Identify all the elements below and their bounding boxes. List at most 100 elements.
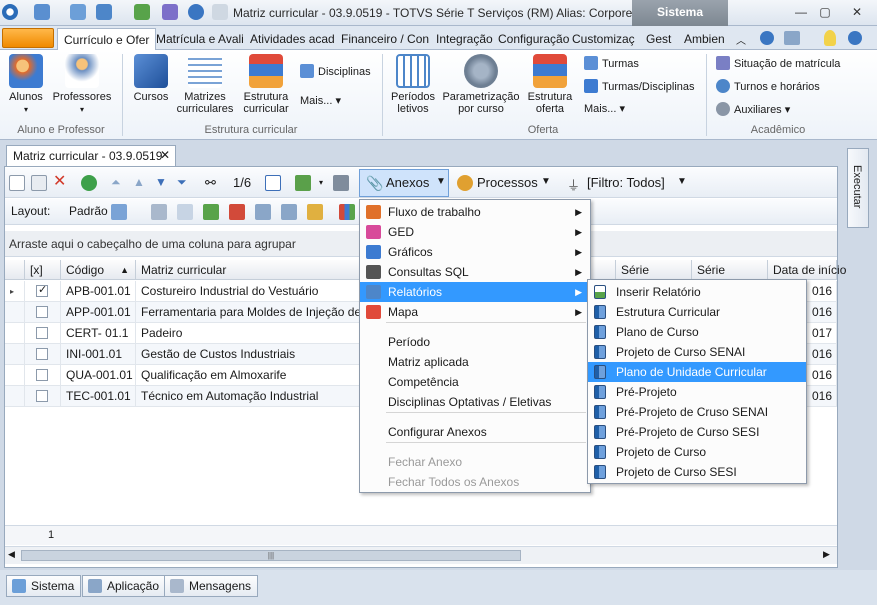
chevron-down-icon[interactable]: ▼ — [541, 176, 557, 192]
edit-icon[interactable] — [31, 175, 47, 191]
layout-select[interactable]: Padrão — [69, 204, 108, 218]
refresh-icon[interactable] — [81, 175, 97, 191]
menu-item-report-5[interactable]: Pré-Projeto — [588, 382, 806, 402]
tab-configuracao[interactable]: Configuração — [492, 28, 575, 50]
turnos-horarios-button[interactable]: Turnos e horários — [716, 79, 820, 94]
estrutura-oferta-button[interactable]: Estrutura oferta — [524, 54, 576, 115]
filter-icon[interactable]: ⏚ — [567, 175, 583, 193]
grid-view-icon[interactable] — [265, 175, 281, 191]
help-icon[interactable] — [848, 31, 862, 45]
parametrizacao-button[interactable]: Parametrização por curso — [442, 54, 520, 115]
menu-item-graficos[interactable]: Gráficos ▶ — [360, 242, 590, 262]
first-record-icon[interactable]: ⏶ — [111, 175, 127, 191]
close-icon[interactable]: ✕ — [846, 4, 868, 20]
processos-button[interactable]: Processos — [477, 175, 538, 190]
menu-item-report-6[interactable]: Pré-Projeto de Cruso SENAI — [588, 402, 806, 422]
menu-item-mapa[interactable]: Mapa ▶ — [360, 302, 590, 322]
tab-curriculo[interactable]: Currículo e Ofer — [57, 28, 157, 51]
tab-atividades[interactable]: Atividades acad — [244, 28, 341, 50]
app-logo-icon[interactable] — [2, 4, 18, 20]
column-header-serie[interactable]: Série — [616, 260, 692, 280]
tab-gestao[interactable]: Gest — [640, 28, 677, 50]
maximize-icon[interactable]: ▢ — [814, 4, 836, 20]
alunos-button[interactable]: Alunos ▾ — [6, 54, 46, 116]
menu-item-matriz-aplicada[interactable]: Matriz aplicada — [360, 352, 590, 372]
cursos-button[interactable]: Cursos — [130, 54, 172, 103]
menu-item-competencia[interactable]: Competência — [360, 372, 590, 392]
chart-icon[interactable] — [339, 204, 355, 220]
menu-item-report-8[interactable]: Projeto de Curso — [588, 442, 806, 462]
menu-item-report-2[interactable]: Plano de Curso — [588, 322, 806, 342]
last-record-icon[interactable]: ⏷ — [177, 175, 193, 191]
grid-tool-icon[interactable] — [151, 204, 167, 220]
save-layout-icon[interactable] — [203, 204, 219, 220]
tab-ambiente[interactable]: Ambien — [678, 28, 731, 50]
scroll-right-icon[interactable]: ▶ — [823, 549, 830, 560]
sistema-status-button[interactable]: Sistema — [6, 575, 82, 597]
tools-icon[interactable] — [162, 4, 178, 20]
window-icon[interactable] — [70, 4, 86, 20]
menu-item-report-4[interactable]: Plano de Unidade Curricular — [588, 362, 806, 382]
mensagens-status-button[interactable]: Mensagens — [164, 575, 259, 597]
tab-matricula[interactable]: Matrícula e Avali — [150, 28, 250, 50]
menu-item-report-0[interactable]: Inserir Relatório — [588, 282, 806, 302]
column-header-check[interactable]: [x] — [25, 260, 61, 280]
menu-item-consultas-sql[interactable]: Consultas SQL ▶ — [360, 262, 590, 282]
binoculars-icon[interactable]: ⚯ — [205, 175, 221, 191]
process-gears-icon[interactable] — [457, 175, 473, 191]
sort-icon[interactable] — [255, 204, 271, 220]
new-icon[interactable] — [9, 175, 25, 191]
minimize-icon[interactable]: — — [790, 4, 812, 20]
tab-customizacao[interactable]: Customizaç — [566, 28, 641, 50]
layout-icon[interactable] — [784, 31, 800, 45]
disciplinas-button[interactable]: Disciplinas — [300, 64, 371, 79]
play-icon[interactable] — [134, 4, 150, 20]
columns-icon[interactable] — [177, 204, 193, 220]
globe-icon[interactable] — [760, 31, 774, 45]
scroll-left-icon[interactable]: ◀ — [8, 549, 15, 560]
menu-item-periodo[interactable]: Período — [360, 332, 590, 352]
turmas-disciplinas-button[interactable]: Turmas/Disciplinas — [584, 79, 695, 94]
menu-item-ged[interactable]: GED ▶ — [360, 222, 590, 242]
tab-integracao[interactable]: Integração — [430, 28, 499, 50]
column-header-serie-2[interactable]: Série — [692, 260, 768, 280]
close-tab-icon[interactable]: ✕ — [160, 148, 170, 162]
column-header-data-inicio[interactable]: Data de início — [768, 260, 846, 280]
side-pane-executar[interactable]: Executar — [847, 148, 869, 228]
menu-item-configurar-anexos[interactable]: Configurar Anexos — [360, 422, 590, 442]
menu-item-disciplinas-optativas[interactable]: Disciplinas Optativas / Eletivas — [360, 392, 590, 412]
estrutura-curricular-button[interactable]: Estrutura curricular — [240, 54, 292, 115]
chevron-down-icon[interactable]: ▼ — [677, 176, 693, 192]
mais-oferta-button[interactable]: Mais... ▾ — [584, 102, 625, 116]
menu-item-relatorios[interactable]: Relatórios ▶ — [360, 282, 590, 302]
menu-item-report-1[interactable]: Estrutura Curricular — [588, 302, 806, 322]
auxiliares-button[interactable]: Auxiliares ▾ — [716, 102, 790, 117]
professores-button[interactable]: Professores ▾ — [52, 54, 112, 116]
application-menu-button[interactable] — [2, 28, 54, 48]
highlight-icon[interactable] — [307, 204, 323, 220]
layout-options-icon[interactable] — [111, 204, 127, 220]
print-icon[interactable] — [333, 175, 349, 191]
filter-button[interactable]: [Filtro: Todos] — [587, 175, 665, 190]
lightbulb-icon[interactable] — [824, 30, 836, 46]
periodos-letivos-button[interactable]: Períodos letivos — [388, 54, 438, 115]
tab-financeiro[interactable]: Financeiro / Con — [335, 28, 435, 50]
mais-estrutura-button[interactable]: Mais... ▾ — [300, 94, 341, 108]
turmas-button[interactable]: Turmas — [584, 56, 639, 71]
matrizes-button[interactable]: Matrizes curriculares — [176, 54, 234, 115]
web-icon[interactable] — [188, 4, 204, 20]
group-icon[interactable] — [281, 204, 297, 220]
horizontal-scrollbar[interactable]: ◀ ||| ▶ — [5, 546, 837, 564]
upload-icon[interactable] — [229, 204, 245, 220]
next-record-icon[interactable]: ▼ — [155, 175, 171, 191]
globe-icon[interactable] — [34, 4, 50, 20]
context-tab-sistema[interactable]: Sistema — [632, 0, 728, 26]
delete-icon[interactable]: ✕ — [53, 174, 69, 191]
menu-item-report-7[interactable]: Pré-Projeto de Curso SESI — [588, 422, 806, 442]
previous-record-icon[interactable]: ▲ — [133, 175, 149, 191]
menu-item-report-9[interactable]: Projeto de Curso SESI — [588, 462, 806, 482]
aplicacao-status-button[interactable]: Aplicação — [82, 575, 167, 597]
menu-item-report-3[interactable]: Projeto de Curso SENAI — [588, 342, 806, 362]
scrollbar-thumb[interactable]: ||| — [21, 550, 521, 561]
chevron-up-icon[interactable]: ︿ — [736, 32, 746, 47]
